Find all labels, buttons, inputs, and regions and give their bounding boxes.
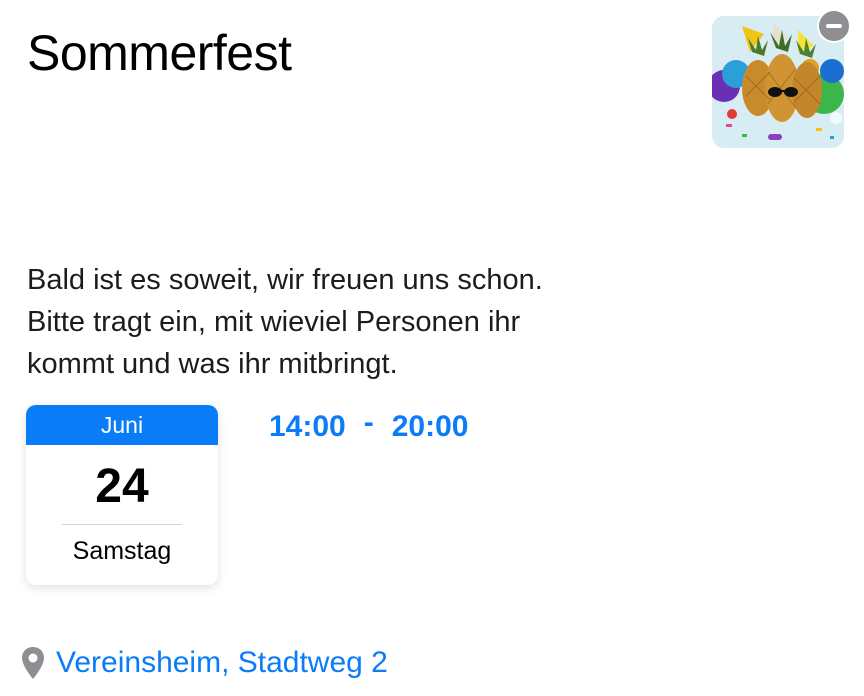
start-time: 14:00 bbox=[269, 410, 346, 443]
date-month: Juni bbox=[26, 405, 218, 445]
location-label[interactable]: Vereinsheim, Stadtweg 2 bbox=[56, 646, 388, 680]
time-separator: - bbox=[363, 406, 374, 439]
event-time-range: 14:00 - 20:00 bbox=[269, 405, 468, 449]
date-day: 24 bbox=[95, 460, 149, 513]
event-image-container bbox=[712, 9, 851, 148]
event-title: Sommerfest bbox=[27, 25, 292, 81]
event-description: Bald ist es soweit, wir freuen uns schon… bbox=[27, 264, 543, 380]
date-divider bbox=[62, 523, 182, 525]
minus-circle-icon bbox=[826, 24, 842, 28]
date-weekday: Samstag bbox=[72, 536, 172, 565]
event-location-link[interactable]: Vereinsheim, Stadtweg 2 bbox=[20, 646, 388, 680]
date-card: Juni 24 Samstag bbox=[26, 405, 218, 585]
end-time: 20:00 bbox=[391, 410, 469, 443]
map-pin-icon bbox=[22, 647, 44, 679]
remove-image-button[interactable] bbox=[817, 9, 851, 43]
